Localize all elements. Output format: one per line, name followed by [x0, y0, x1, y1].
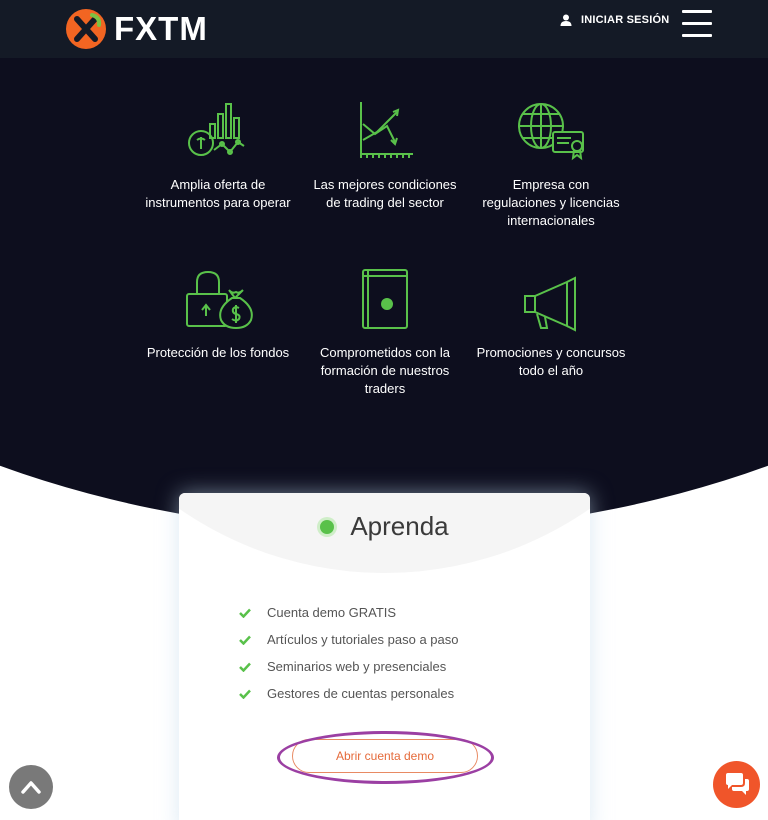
chat-bubbles-icon — [725, 772, 749, 795]
list-item: Seminarios web y presenciales — [239, 653, 459, 680]
check-icon — [239, 608, 251, 618]
login-link[interactable]: INICIAR SESIÓN — [560, 14, 669, 26]
list-item: Artículos y tutoriales paso a paso — [239, 626, 459, 653]
check-icon — [239, 662, 251, 672]
feature-item: Amplia oferta de instrumentos para opera… — [143, 100, 293, 212]
feature-label: Promociones y concursos todo el año — [476, 345, 626, 378]
benefits-list: Cuenta demo GRATIS Artículos y tutoriale… — [239, 599, 459, 707]
feature-item: Protección de los fondos — [143, 268, 293, 362]
lock-moneybag-icon — [186, 270, 253, 330]
check-icon — [239, 689, 251, 699]
feature-item: Empresa con regulaciones y licencias int… — [476, 100, 626, 230]
feature-item: Las mejores condiciones de trading del s… — [310, 100, 460, 212]
chevron-up-icon — [21, 781, 41, 794]
check-icon — [239, 635, 251, 645]
highlight-ellipse — [277, 731, 494, 784]
feature-label: Protección de los fondos — [146, 345, 290, 360]
user-icon — [560, 14, 572, 26]
top-header: FXTM INICIAR SESIÓN — [0, 0, 768, 58]
list-item: Gestores de cuentas personales — [239, 680, 459, 707]
live-chat-button[interactable] — [713, 761, 760, 808]
feature-label: Amplia oferta de instrumentos para opera… — [145, 177, 291, 210]
feature-item: Comprometidos con la formación de nuestr… — [310, 268, 460, 398]
card-title: Aprenda — [179, 511, 590, 542]
login-label: INICIAR SESIÓN — [581, 14, 670, 26]
chart-instruments-icon — [188, 103, 245, 156]
megaphone-icon — [524, 276, 576, 332]
feature-label: Empresa con regulaciones y licencias int… — [482, 177, 620, 228]
brand-name: FXTM — [114, 10, 208, 47]
fxtm-logo-icon — [66, 9, 106, 49]
scroll-to-top-button[interactable] — [9, 765, 53, 809]
feature-label: Las mejores condiciones de trading del s… — [313, 177, 457, 210]
trading-graph-icon — [360, 102, 413, 158]
features-grid: Amplia oferta de instrumentos para opera… — [0, 0, 768, 480]
hamburger-menu-icon[interactable] — [682, 10, 712, 38]
education-book-icon — [362, 269, 408, 329]
globe-certificate-icon — [518, 103, 584, 161]
feature-label: Comprometidos con la formación de nuestr… — [319, 345, 451, 396]
fxtm-logo[interactable]: FXTM — [66, 9, 208, 49]
green-dot-icon — [320, 519, 335, 534]
list-item: Cuenta demo GRATIS — [239, 599, 459, 626]
feature-item: Promociones y concursos todo el año — [476, 268, 626, 380]
card-heading: Aprenda — [350, 511, 449, 541]
